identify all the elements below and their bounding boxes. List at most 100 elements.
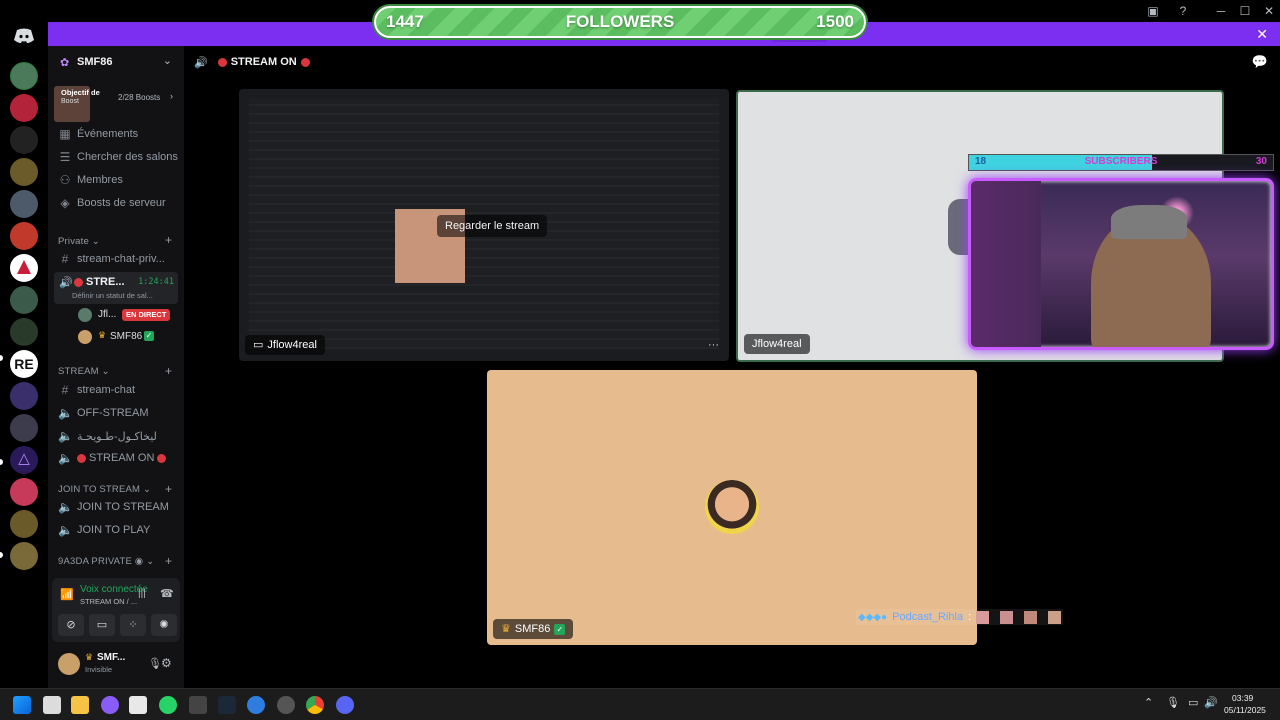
- channel-label: STREAM ON: [89, 452, 155, 464]
- disconnect-icon[interactable]: ☎: [160, 587, 174, 600]
- voice-channel-name[interactable]: STREAM ON / ...: [80, 597, 137, 606]
- inbox-icon[interactable]: ▣: [1143, 3, 1163, 19]
- banner-close-button[interactable]: ✕: [1256, 25, 1268, 43]
- clock-time[interactable]: 03:39: [1232, 693, 1253, 703]
- camera-off-button[interactable]: ⊘: [58, 614, 84, 636]
- app-icon[interactable]: [277, 696, 295, 714]
- channel-header: 🔊 STREAM ON: [194, 54, 310, 70]
- menu-events[interactable]: ▦ Événements: [58, 124, 138, 144]
- channel-off-stream[interactable]: 🔈 OFF-STREAM: [58, 403, 149, 423]
- maximize-button[interactable]: ☐: [1235, 3, 1255, 19]
- channel-label: OFF-STREAM: [77, 407, 149, 419]
- activities-button[interactable]: ⁘: [120, 614, 146, 636]
- chat-icon[interactable]: 💬: [1252, 54, 1268, 70]
- signal-icon: 📶: [60, 589, 74, 601]
- more-options-icon[interactable]: ···: [708, 339, 719, 351]
- category-9a3da-private[interactable]: 9A3DA PRIVATE ◉ ⌄: [58, 556, 154, 567]
- server-icon[interactable]: [10, 414, 38, 442]
- server-icon[interactable]: RE: [10, 350, 38, 378]
- server-icon[interactable]: [10, 510, 38, 538]
- channel-label: JOIN TO PLAY: [77, 524, 151, 536]
- user-tile-smf86[interactable]: ♛ SMF86 ✓: [487, 370, 977, 645]
- live-dot-icon: [217, 57, 227, 67]
- add-channel-icon[interactable]: +: [165, 554, 172, 568]
- add-channel-icon[interactable]: +: [165, 364, 172, 378]
- watch-stream-button[interactable]: Regarder le stream: [437, 215, 548, 237]
- chrome-icon[interactable]: [306, 696, 324, 714]
- chevron-up-icon[interactable]: ⌃: [1144, 696, 1153, 709]
- channel-join-to-stream[interactable]: 🔈 JOIN TO STREAM: [58, 497, 169, 517]
- server-icon[interactable]: [10, 382, 38, 410]
- channel-stream-chat-priv[interactable]: # stream-chat-priv...: [58, 249, 165, 269]
- boost-goal[interactable]: Objectif de Boost 2/28 Boosts ›: [54, 86, 178, 122]
- server-badge-icon: ✿: [60, 57, 70, 69]
- channel-active-voice[interactable]: 🔊 STRE... 1:24:41 Définir un statut de s…: [54, 272, 178, 304]
- task-view-icon[interactable]: [43, 696, 61, 714]
- add-channel-icon[interactable]: +: [165, 482, 172, 496]
- category-stream[interactable]: STREAM ⌄: [58, 366, 110, 377]
- server-icon[interactable]: [10, 254, 38, 282]
- followers-goal: 1500: [816, 12, 854, 31]
- app-icon[interactable]: [189, 696, 207, 714]
- microphone-icon[interactable]: 🎙: [1166, 696, 1180, 709]
- category-private[interactable]: Private ⌄: [58, 236, 100, 247]
- tile-nametag: ▭ Jflow4real: [245, 335, 325, 355]
- channel-arabic[interactable]: 🔈 ليخاكـول-طـويحـة: [58, 426, 157, 446]
- app-icon[interactable]: [247, 696, 265, 714]
- server-icon[interactable]: [10, 478, 38, 506]
- discord-taskbar-icon[interactable]: [336, 696, 354, 714]
- speaker-icon: 🔈: [58, 500, 73, 514]
- clock-date[interactable]: 05/11/2025: [1224, 705, 1266, 715]
- channel-join-to-play[interactable]: 🔈 JOIN TO PLAY: [58, 520, 150, 540]
- category-join-to-stream[interactable]: JOIN TO STREAM ⌄: [58, 484, 151, 495]
- live-dot-icon: [77, 453, 86, 463]
- voice-status-text[interactable]: Définir un statut de sal...: [72, 291, 153, 300]
- menu-server-boosts[interactable]: ◈ Boosts de serveur: [58, 193, 165, 213]
- channel-stream-on[interactable]: 🔈 STREAM ON: [58, 448, 167, 468]
- server-icon[interactable]: [10, 542, 38, 570]
- steam-icon[interactable]: [218, 696, 236, 714]
- file-explorer-icon[interactable]: [71, 696, 89, 714]
- server-icon[interactable]: [10, 318, 38, 346]
- microphone-icon[interactable]: 🎙: [148, 657, 162, 670]
- server-icon[interactable]: [10, 94, 38, 122]
- server-icon[interactable]: [10, 62, 38, 90]
- screen-share-button[interactable]: ▭: [89, 614, 115, 636]
- server-icon[interactable]: [10, 158, 38, 186]
- tile-nametag: Jflow4real: [744, 334, 810, 354]
- verified-icon: ✓: [554, 623, 566, 635]
- minimize-button[interactable]: ─: [1211, 3, 1231, 19]
- avatar: [78, 308, 92, 322]
- menu-browse-channels[interactable]: ☰ Chercher des salons: [58, 147, 178, 167]
- network-icon[interactable]: ▭: [1188, 696, 1198, 709]
- server-icon[interactable]: [10, 286, 38, 314]
- server-icon[interactable]: [10, 222, 38, 250]
- speaker-icon: 🔊: [194, 56, 208, 69]
- discord-home-icon[interactable]: [12, 28, 36, 46]
- whatsapp-icon[interactable]: [159, 696, 177, 714]
- avatar[interactable]: [58, 653, 80, 675]
- stream-tile-jflow4real[interactable]: Regarder le stream ▭ Jflow4real ···: [239, 89, 729, 361]
- server-icon[interactable]: [10, 126, 38, 154]
- app-icon[interactable]: [129, 696, 147, 714]
- add-channel-icon[interactable]: +: [165, 233, 172, 247]
- tile-nametag: ♛ SMF86 ✓: [493, 619, 574, 639]
- member-name: Jfl...: [98, 309, 117, 320]
- channel-stream-chat[interactable]: # stream-chat: [58, 380, 135, 400]
- emote-icon: [1000, 610, 1014, 624]
- noise-suppression-icon[interactable]: |||: [138, 588, 146, 599]
- gear-icon[interactable]: ⚙: [161, 656, 172, 670]
- volume-icon[interactable]: 🔊: [1204, 696, 1218, 709]
- soundboard-button[interactable]: ✺: [151, 614, 177, 636]
- user-name[interactable]: SMF...: [97, 652, 125, 663]
- server-header[interactable]: ✿ SMF86 ⌄: [48, 46, 184, 78]
- menu-members[interactable]: ⚇ Membres: [58, 170, 123, 190]
- voice-timer: 1:24:41: [138, 277, 174, 287]
- app-icon[interactable]: [101, 696, 119, 714]
- server-icon[interactable]: △: [10, 446, 38, 474]
- help-icon[interactable]: ?: [1173, 3, 1193, 19]
- server-icon[interactable]: [10, 190, 38, 218]
- category-join-label: JOIN TO STREAM: [58, 484, 141, 495]
- windows-start-icon[interactable]: [13, 696, 31, 714]
- close-window-button[interactable]: ✕: [1259, 3, 1279, 19]
